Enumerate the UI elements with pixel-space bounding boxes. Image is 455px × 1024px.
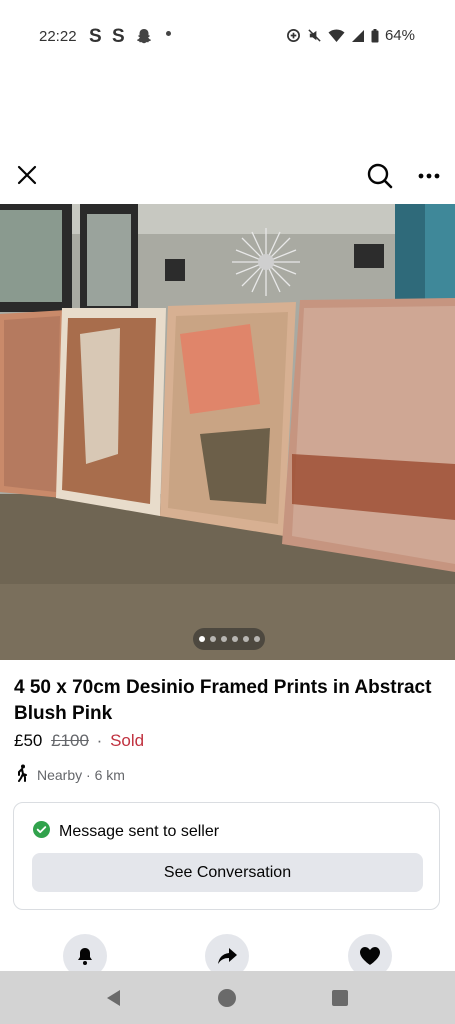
system-nav-bar	[0, 971, 455, 1024]
listing-header	[0, 152, 455, 198]
pager-dot[interactable]	[198, 636, 205, 642]
recents-icon[interactable]	[310, 971, 370, 1024]
wifi-icon	[328, 29, 345, 43]
search-icon[interactable]	[364, 160, 396, 192]
location: Nearby · 6 km	[14, 764, 125, 785]
battery-percent: 64%	[384, 27, 415, 44]
status-more-dot	[166, 31, 171, 36]
message-card: Message sent to seller See Conversation	[13, 802, 440, 910]
message-status-text: Message sent to seller	[59, 823, 220, 840]
price-current: £50	[14, 731, 43, 750]
cell-signal-icon	[351, 29, 365, 43]
price-separator: ·	[96, 731, 103, 750]
home-icon[interactable]	[197, 971, 257, 1024]
walking-icon	[14, 764, 30, 785]
price-original: £100	[51, 731, 89, 750]
check-circle-icon	[33, 821, 50, 843]
listing-title: 4 50 x 70cm Desinio Framed Prints in Abs…	[14, 677, 432, 724]
pager-dot[interactable]	[220, 636, 227, 642]
status-icons: 64%	[286, 27, 415, 44]
sold-badge: Sold	[110, 731, 145, 750]
close-icon[interactable]	[12, 160, 42, 190]
pager-dot[interactable]	[253, 636, 260, 642]
see-conversation-button[interactable]: See Conversation	[32, 853, 423, 892]
notification-s-icon: S	[112, 26, 125, 47]
message-status: Message sent to seller	[33, 821, 219, 843]
pager-dot[interactable]	[231, 636, 238, 642]
location-text: Nearby · 6 km	[37, 766, 125, 783]
snapchat-icon	[136, 28, 152, 49]
notification-s-icon: S	[89, 26, 102, 47]
back-icon[interactable]	[84, 971, 144, 1024]
more-icon[interactable]	[413, 160, 445, 192]
data-saver-icon	[286, 28, 301, 43]
price-line: £50 £100 · Sold	[14, 731, 144, 751]
pager-dot[interactable]	[242, 636, 249, 642]
battery-icon	[371, 28, 379, 43]
status-bar: 22:22 S S 64%	[0, 0, 455, 72]
status-time: 22:22	[39, 28, 77, 45]
image-pager[interactable]	[193, 628, 265, 650]
listing-photo[interactable]	[0, 204, 455, 660]
mute-icon	[307, 28, 322, 43]
pager-dot[interactable]	[209, 636, 216, 642]
action-row	[0, 934, 455, 978]
